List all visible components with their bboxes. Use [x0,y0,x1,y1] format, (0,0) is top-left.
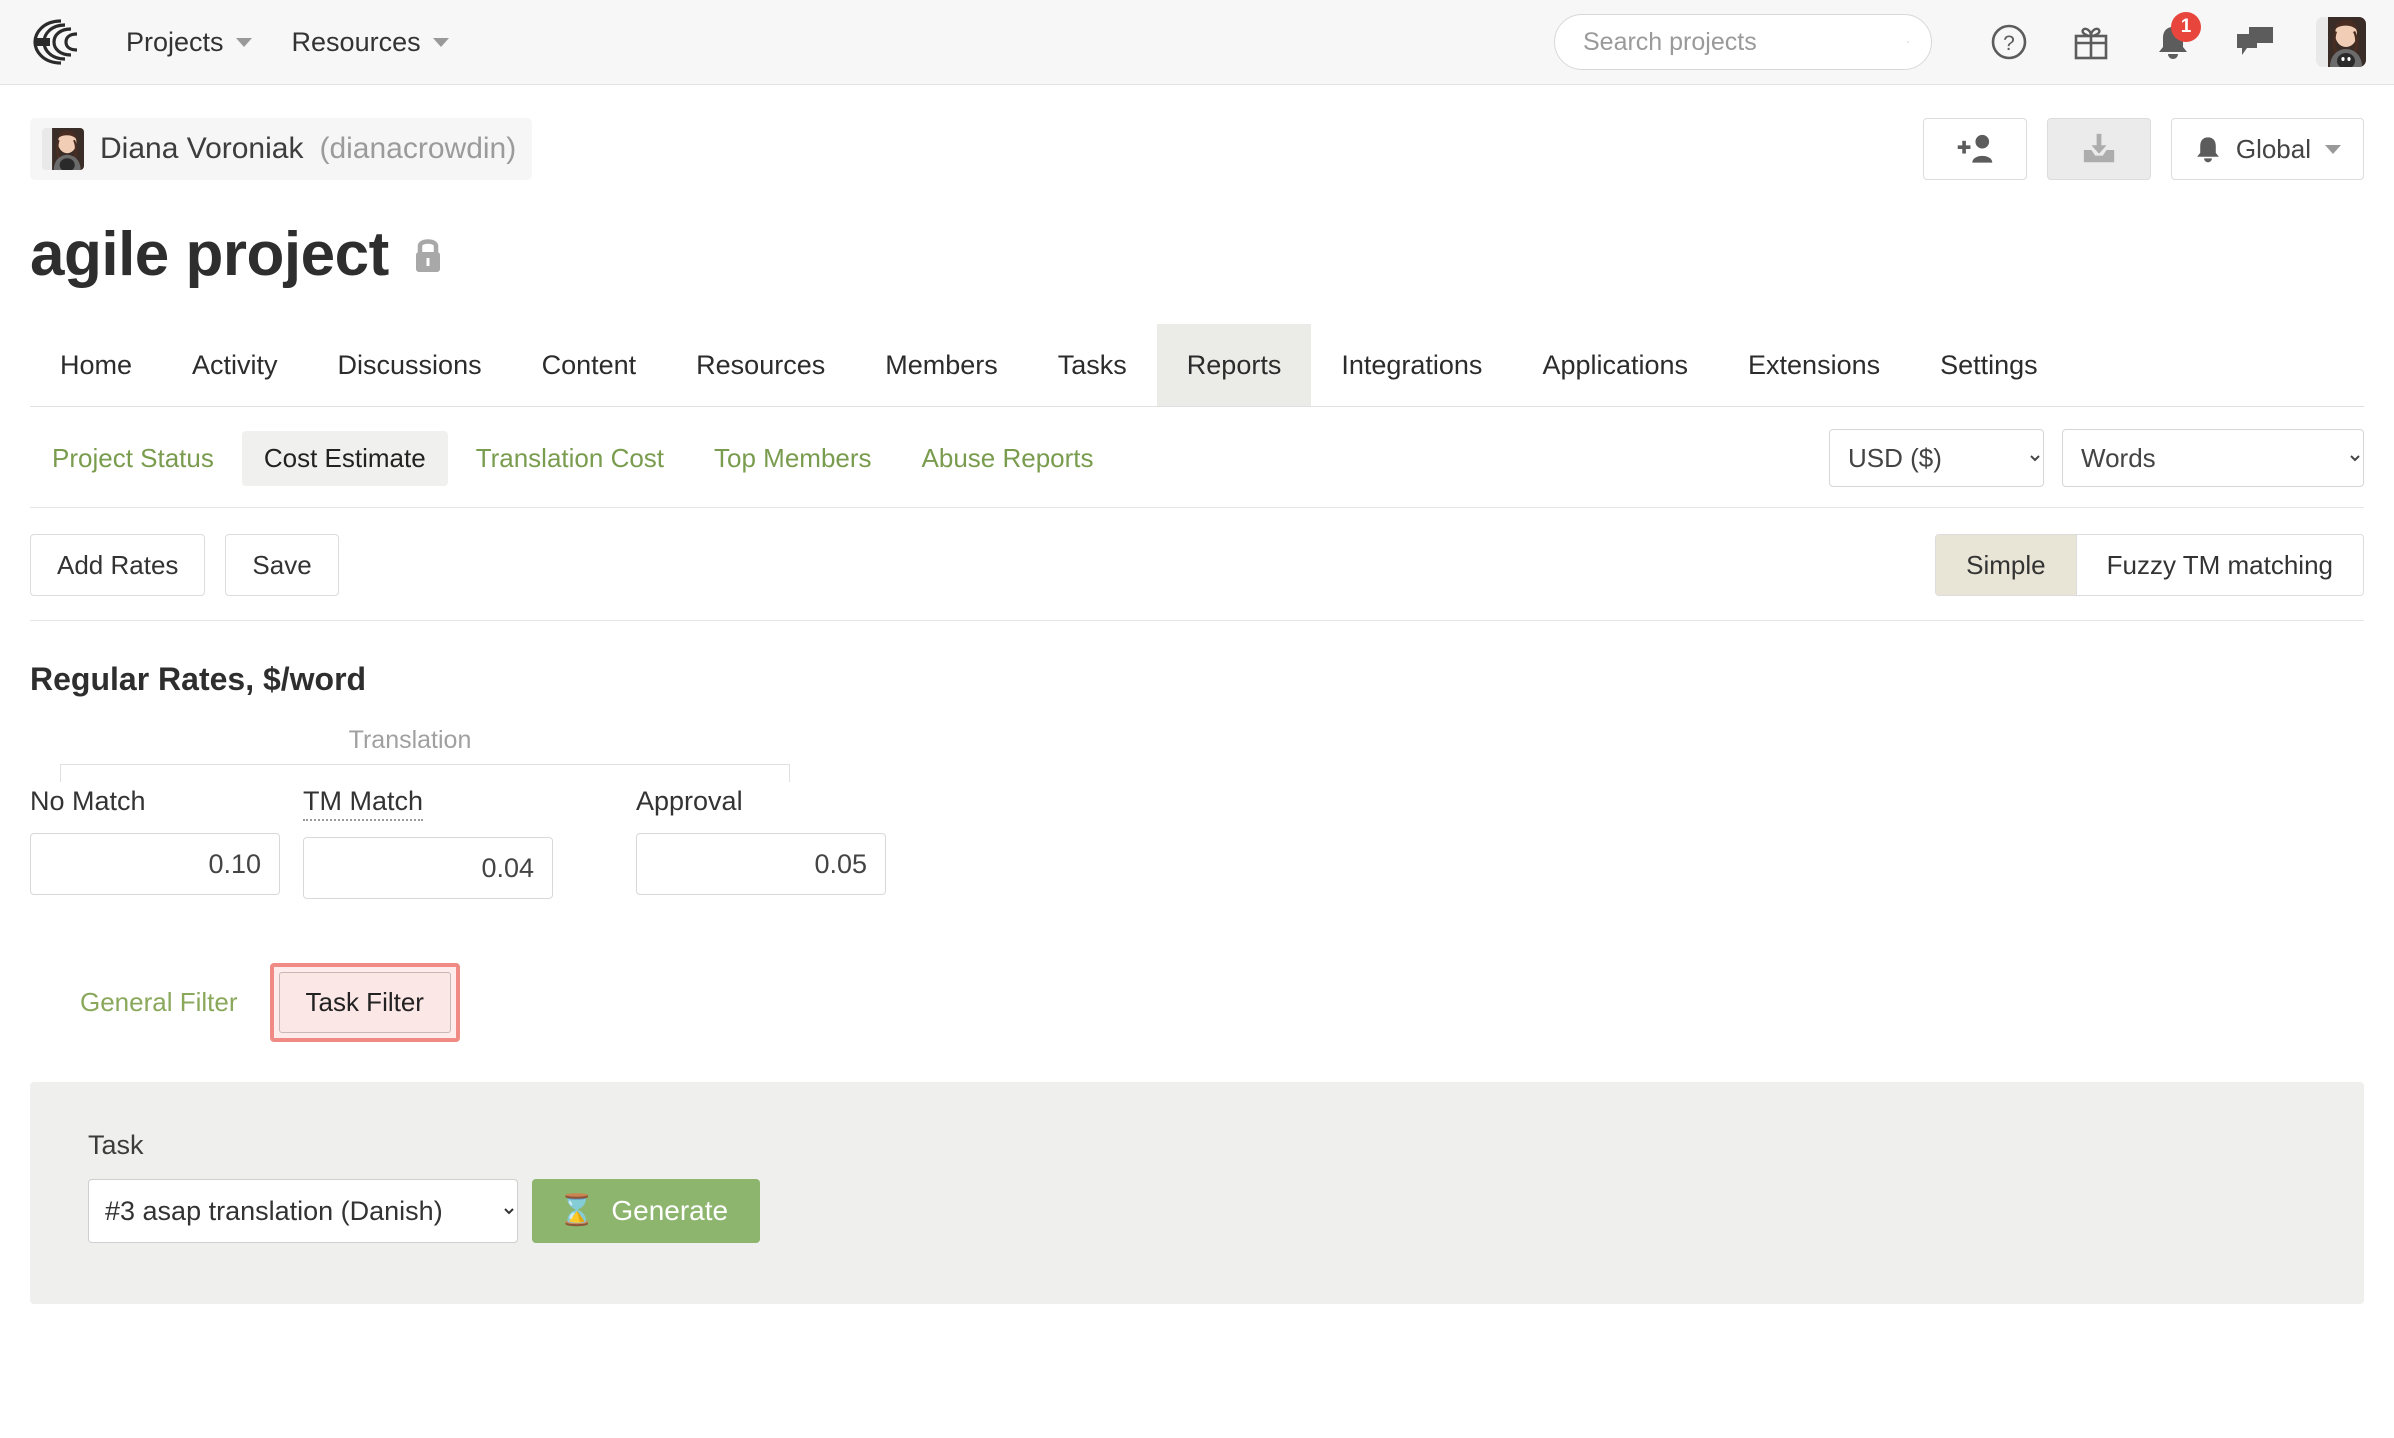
tm-match-input[interactable] [303,837,553,899]
subnav-item-translation-cost[interactable]: Translation Cost [454,431,686,486]
filter-tab-row: General Filter Task Filter [30,963,2364,1042]
top-header-bar: Projects Resources ? [0,0,2394,85]
tab-content[interactable]: Content [512,324,667,406]
task-field-label: Task [88,1130,144,1160]
approval-input[interactable] [636,833,886,895]
crowdin-logo-icon[interactable] [30,16,92,68]
notification-badge: 1 [2171,12,2201,42]
rates-section: Translation No Match TM Match Approval [30,726,2364,899]
page-title: agile project [30,220,389,289]
generate-button[interactable]: ⌛ Generate [532,1179,761,1243]
gift-icon[interactable] [2061,12,2121,72]
download-button[interactable] [2046,118,2151,180]
user-handle: (dianacrowdin) [319,132,517,165]
tab-members[interactable]: Members [855,324,1028,406]
invite-member-button[interactable] [1922,118,2027,180]
chevron-down-icon [235,37,252,47]
svg-text:?: ? [2003,32,2015,55]
tab-tasks[interactable]: Tasks [1028,324,1157,406]
bell-icon [2196,137,2219,163]
rate-field-approval: Approval [636,786,886,899]
user-row-actions: Global [1922,118,2364,180]
task-select[interactable]: #3 asap translation (Danish) [88,1179,518,1243]
subnav-item-top-members[interactable]: Top Members [692,431,894,486]
tab-integrations[interactable]: Integrations [1311,324,1512,406]
user-row: Diana Voroniak (dianacrowdin) Global [30,85,2364,191]
tm-match-label: TM Match [303,786,424,821]
download-inbox-icon [2083,133,2115,163]
rates-heading: Regular Rates, $/word [30,661,367,697]
approval-label: Approval [636,786,743,816]
topnav-item-projects[interactable]: Projects [126,27,252,58]
rate-field-no-match: No Match [30,786,280,899]
matching-mode-toggle: Simple Fuzzy TM matching [1935,534,2364,596]
topnav-resources-label: Resources [291,26,421,57]
hourglass-icon: ⌛ [558,1194,596,1227]
task-controls: #3 asap translation (Danish) ⌛ Generate [88,1179,2364,1243]
rate-field-tm-match: TM Match [303,786,553,899]
action-row: Add Rates Save Simple Fuzzy TM matching [30,508,2364,621]
lock-icon [415,238,440,272]
search-box[interactable] [1554,14,1932,70]
page-body: Diana Voroniak (dianacrowdin) Global agi… [0,85,2394,1304]
tab-resources[interactable]: Resources [666,324,855,406]
no-match-input[interactable] [30,833,280,895]
main-tab-bar: Home Activity Discussions Content Resour… [30,324,2364,407]
translation-group-label: Translation [348,726,472,754]
global-notifications-dropdown[interactable]: Global [2170,118,2364,180]
save-button[interactable]: Save [225,534,339,596]
messages-icon[interactable] [2225,12,2285,72]
tab-reports[interactable]: Reports [1156,324,1312,406]
tab-discussions[interactable]: Discussions [308,324,512,406]
tab-extensions[interactable]: Extensions [1718,324,1910,406]
global-dropdown-label: Global [2235,133,2311,164]
toggle-fuzzy-tm-matching[interactable]: Fuzzy TM matching [2075,535,2363,595]
tab-settings[interactable]: Settings [1910,324,2068,406]
tab-activity[interactable]: Activity [162,324,308,406]
top-navigation: Projects Resources [126,27,449,58]
avatar[interactable] [2316,17,2366,67]
help-icon[interactable]: ? [1979,12,2039,72]
no-match-label: No Match [30,786,146,816]
subnav-item-cost-estimate[interactable]: Cost Estimate [241,430,448,486]
translation-group-bracket [60,764,790,782]
topnav-projects-label: Projects [126,26,224,57]
search-input[interactable] [1581,26,1907,58]
task-filter-panel: Task #3 asap translation (Danish) ⌛ Gene… [30,1082,2364,1304]
search-icon[interactable] [1907,28,1909,56]
tab-applications[interactable]: Applications [1512,324,1718,406]
task-filter-highlight-box: Task Filter [269,963,460,1042]
header-actions: ? 1 [1554,12,2366,72]
topnav-item-resources[interactable]: Resources [292,27,449,58]
subnav-item-project-status[interactable]: Project Status [30,431,236,486]
add-user-icon [1957,134,1993,163]
user-avatar [42,128,84,170]
chevron-down-icon [2325,144,2341,154]
currency-select[interactable]: USD ($) [1829,429,2044,487]
add-rates-button[interactable]: Add Rates [30,534,206,596]
user-chip[interactable]: Diana Voroniak (dianacrowdin) [30,118,533,180]
project-title-row: agile project [30,219,2364,290]
tab-home[interactable]: Home [30,324,162,406]
notifications-bell-icon[interactable]: 1 [2143,12,2203,72]
subnav-item-abuse-reports[interactable]: Abuse Reports [900,431,1116,486]
chevron-down-icon [432,37,449,47]
filter-tab-general[interactable]: General Filter [60,975,258,1030]
unit-select[interactable]: Words [2062,429,2364,487]
filter-tab-task[interactable]: Task Filter [278,972,451,1033]
user-name: Diana Voroniak [100,132,304,165]
toggle-simple[interactable]: Simple [1936,535,2076,595]
report-selectors: USD ($) Words [1829,429,2364,487]
reports-sub-navigation: Project Status Cost Estimate Translation… [30,407,2364,508]
generate-button-label: Generate [611,1195,729,1226]
